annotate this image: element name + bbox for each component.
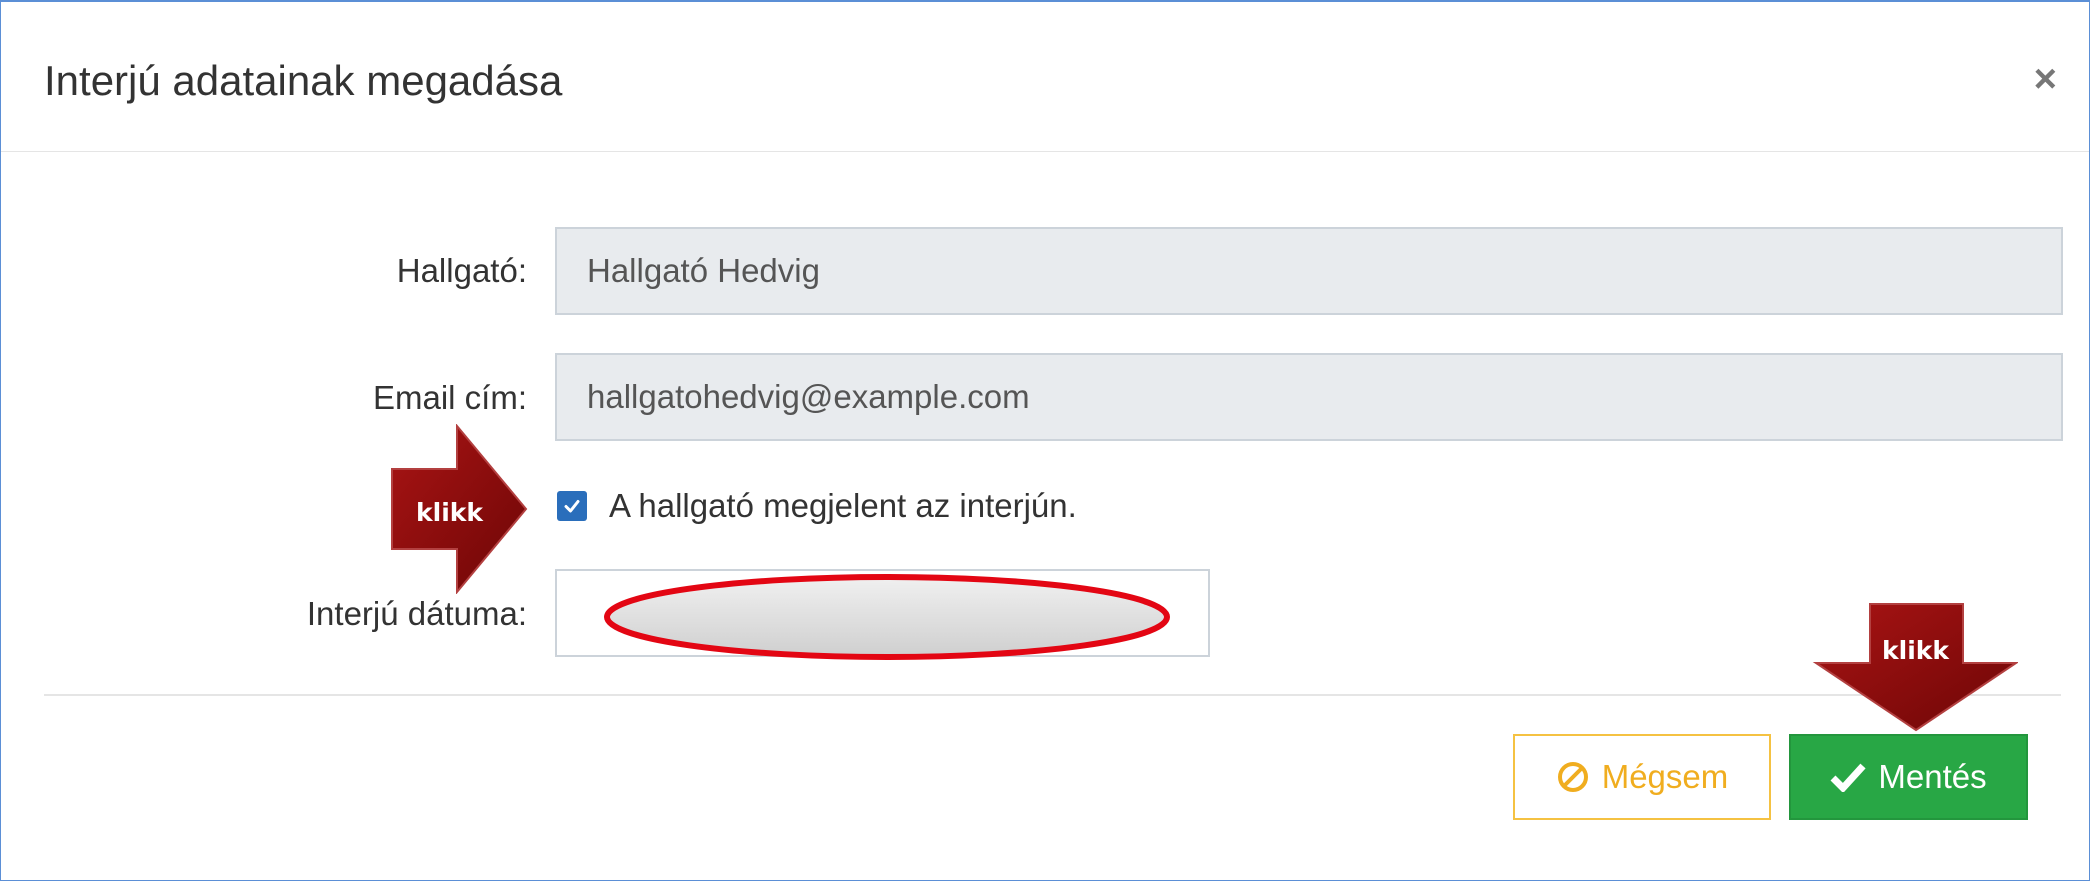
attended-checkbox[interactable] [557, 491, 587, 521]
student-label: Hallgató: [396, 252, 527, 289]
checkmark-icon [564, 500, 580, 513]
footer-divider [44, 694, 2061, 696]
close-icon[interactable]: × [2034, 54, 2057, 104]
student-field: Hallgató Hedvig [555, 227, 2063, 315]
check-icon [1830, 762, 1866, 792]
email-field: hallgatohedvig@example.com [555, 353, 2063, 441]
arrow-down-label: klikk [1882, 636, 1950, 665]
cancel-button-label: Mégsem [1601, 758, 1729, 795]
email-label: Email cím: [372, 379, 527, 416]
save-button-label: Mentés [1878, 758, 1987, 795]
interview-dialog: Interjú adatainak megadása × Hallgató: H… [0, 0, 2090, 881]
dialog-header: Interjú adatainak megadása × [1, 2, 2089, 152]
cancel-button[interactable]: Mégsem [1513, 734, 1771, 820]
redaction-ellipse [604, 574, 1170, 660]
attended-checkbox-label[interactable]: A hallgató megjelent az interjún. [609, 486, 1077, 526]
save-button[interactable]: Mentés [1789, 734, 2028, 820]
date-label: Interjú dátuma: [306, 595, 527, 632]
dialog-title: Interjú adatainak megadása [44, 57, 563, 104]
arrow-down-annotation [1812, 603, 2018, 732]
ban-icon [1556, 760, 1590, 794]
arrow-right-label: klikk [416, 498, 484, 527]
